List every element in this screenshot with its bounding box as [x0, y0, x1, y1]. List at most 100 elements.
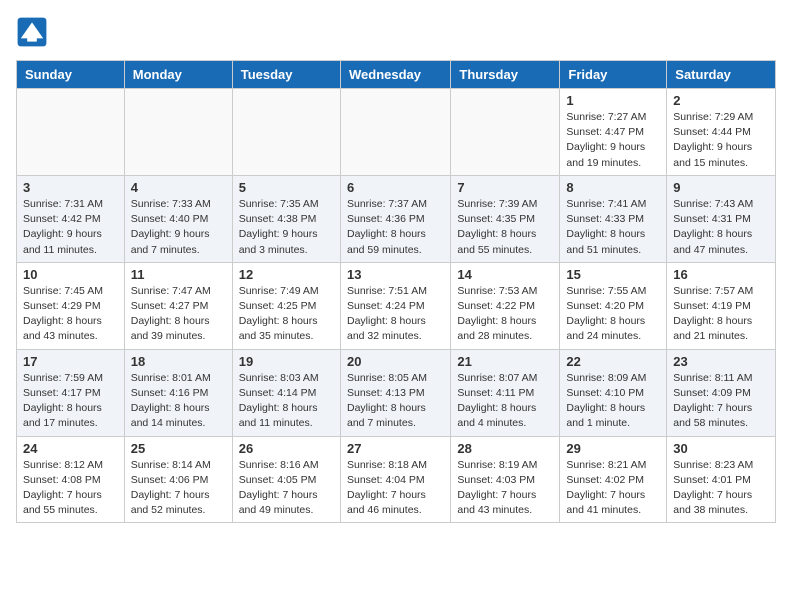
day-number: 3 — [23, 180, 118, 195]
weekday-header: Saturday — [667, 61, 776, 89]
calendar-cell: 30 Sunrise: 8:23 AM Sunset: 4:01 PM Dayli… — [667, 436, 776, 523]
day-info: Sunrise: 7:47 AM Sunset: 4:27 PM Dayligh… — [131, 284, 226, 345]
day-number: 18 — [131, 354, 226, 369]
weekday-header-row: SundayMondayTuesdayWednesdayThursdayFrid… — [17, 61, 776, 89]
day-number: 30 — [673, 441, 769, 456]
day-number: 29 — [566, 441, 660, 456]
calendar-cell: 27 Sunrise: 8:18 AM Sunset: 4:04 PM Dayli… — [340, 436, 450, 523]
weekday-header: Wednesday — [340, 61, 450, 89]
calendar-cell: 10 Sunrise: 7:45 AM Sunset: 4:29 PM Dayli… — [17, 262, 125, 349]
day-info: Sunrise: 8:14 AM Sunset: 4:06 PM Dayligh… — [131, 458, 226, 519]
weekday-header: Thursday — [451, 61, 560, 89]
calendar-cell: 17 Sunrise: 7:59 AM Sunset: 4:17 PM Dayli… — [17, 349, 125, 436]
calendar-cell: 29 Sunrise: 8:21 AM Sunset: 4:02 PM Dayli… — [560, 436, 667, 523]
day-info: Sunrise: 8:23 AM Sunset: 4:01 PM Dayligh… — [673, 458, 769, 519]
calendar-week-row: 1 Sunrise: 7:27 AM Sunset: 4:47 PM Daylig… — [17, 89, 776, 176]
calendar-cell: 11 Sunrise: 7:47 AM Sunset: 4:27 PM Dayli… — [124, 262, 232, 349]
day-info: Sunrise: 8:21 AM Sunset: 4:02 PM Dayligh… — [566, 458, 660, 519]
day-info: Sunrise: 8:18 AM Sunset: 4:04 PM Dayligh… — [347, 458, 444, 519]
day-info: Sunrise: 8:11 AM Sunset: 4:09 PM Dayligh… — [673, 371, 769, 432]
day-info: Sunrise: 7:51 AM Sunset: 4:24 PM Dayligh… — [347, 284, 444, 345]
calendar-cell: 23 Sunrise: 8:11 AM Sunset: 4:09 PM Dayli… — [667, 349, 776, 436]
day-info: Sunrise: 7:37 AM Sunset: 4:36 PM Dayligh… — [347, 197, 444, 258]
calendar-cell: 13 Sunrise: 7:51 AM Sunset: 4:24 PM Dayli… — [340, 262, 450, 349]
day-info: Sunrise: 7:59 AM Sunset: 4:17 PM Dayligh… — [23, 371, 118, 432]
calendar-week-row: 3 Sunrise: 7:31 AM Sunset: 4:42 PM Daylig… — [17, 175, 776, 262]
calendar-cell: 6 Sunrise: 7:37 AM Sunset: 4:36 PM Daylig… — [340, 175, 450, 262]
day-number: 25 — [131, 441, 226, 456]
calendar-cell: 28 Sunrise: 8:19 AM Sunset: 4:03 PM Dayli… — [451, 436, 560, 523]
calendar-cell: 3 Sunrise: 7:31 AM Sunset: 4:42 PM Daylig… — [17, 175, 125, 262]
day-number: 4 — [131, 180, 226, 195]
day-info: Sunrise: 7:35 AM Sunset: 4:38 PM Dayligh… — [239, 197, 334, 258]
calendar-cell: 22 Sunrise: 8:09 AM Sunset: 4:10 PM Dayli… — [560, 349, 667, 436]
day-info: Sunrise: 8:09 AM Sunset: 4:10 PM Dayligh… — [566, 371, 660, 432]
calendar-cell: 20Sunrise: 8:05 AM Sunset: 4:13 PM Dayli… — [340, 349, 450, 436]
day-number: 23 — [673, 354, 769, 369]
logo — [16, 16, 54, 48]
day-info: Sunrise: 7:41 AM Sunset: 4:33 PM Dayligh… — [566, 197, 660, 258]
calendar: SundayMondayTuesdayWednesdayThursdayFrid… — [16, 60, 776, 523]
day-info: Sunrise: 7:27 AM Sunset: 4:47 PM Dayligh… — [566, 110, 660, 171]
day-number: 1 — [566, 93, 660, 108]
day-info: Sunrise: 7:43 AM Sunset: 4:31 PM Dayligh… — [673, 197, 769, 258]
day-number: 24 — [23, 441, 118, 456]
day-number: 11 — [131, 267, 226, 282]
calendar-cell: 9 Sunrise: 7:43 AM Sunset: 4:31 PM Daylig… — [667, 175, 776, 262]
calendar-cell: 4 Sunrise: 7:33 AM Sunset: 4:40 PM Daylig… — [124, 175, 232, 262]
day-number: 9 — [673, 180, 769, 195]
day-info: Sunrise: 7:57 AM Sunset: 4:19 PM Dayligh… — [673, 284, 769, 345]
day-number: 27 — [347, 441, 444, 456]
day-number: 5 — [239, 180, 334, 195]
calendar-cell: 12Sunrise: 7:49 AM Sunset: 4:25 PM Dayli… — [232, 262, 340, 349]
weekday-header: Friday — [560, 61, 667, 89]
day-info: Sunrise: 7:39 AM Sunset: 4:35 PM Dayligh… — [457, 197, 553, 258]
day-info: Sunrise: 7:53 AM Sunset: 4:22 PM Dayligh… — [457, 284, 553, 345]
calendar-cell: 19 Sunrise: 8:03 AM Sunset: 4:14 PM Dayli… — [232, 349, 340, 436]
day-number: 28 — [457, 441, 553, 456]
weekday-header: Sunday — [17, 61, 125, 89]
day-number: 6 — [347, 180, 444, 195]
calendar-week-row: 17 Sunrise: 7:59 AM Sunset: 4:17 PM Dayli… — [17, 349, 776, 436]
day-info: Sunrise: 8:19 AM Sunset: 4:03 PM Dayligh… — [457, 458, 553, 519]
day-number: 12 — [239, 267, 334, 282]
day-number: 19 — [239, 354, 334, 369]
calendar-cell: 14Sunrise: 7:53 AM Sunset: 4:22 PM Dayli… — [451, 262, 560, 349]
day-number: 10 — [23, 267, 118, 282]
day-info: Sunrise: 7:45 AM Sunset: 4:29 PM Dayligh… — [23, 284, 118, 345]
day-number: 21 — [457, 354, 553, 369]
day-number: 15 — [566, 267, 660, 282]
day-info: Sunrise: 7:31 AM Sunset: 4:42 PM Dayligh… — [23, 197, 118, 258]
day-info: Sunrise: 8:03 AM Sunset: 4:14 PM Dayligh… — [239, 371, 334, 432]
day-info: Sunrise: 7:29 AM Sunset: 4:44 PM Dayligh… — [673, 110, 769, 171]
calendar-cell: 24 Sunrise: 8:12 AM Sunset: 4:08 PM Dayli… — [17, 436, 125, 523]
day-number: 13 — [347, 267, 444, 282]
calendar-cell: 16 Sunrise: 7:57 AM Sunset: 4:19 PM Dayli… — [667, 262, 776, 349]
day-number: 22 — [566, 354, 660, 369]
calendar-cell — [17, 89, 125, 176]
calendar-cell: 7 Sunrise: 7:39 AM Sunset: 4:35 PM Daylig… — [451, 175, 560, 262]
calendar-cell — [340, 89, 450, 176]
header — [16, 16, 776, 48]
day-info: Sunrise: 8:07 AM Sunset: 4:11 PM Dayligh… — [457, 371, 553, 432]
day-number: 7 — [457, 180, 553, 195]
calendar-cell: 2Sunrise: 7:29 AM Sunset: 4:44 PM Daylig… — [667, 89, 776, 176]
calendar-week-row: 10 Sunrise: 7:45 AM Sunset: 4:29 PM Dayli… — [17, 262, 776, 349]
calendar-cell: 1 Sunrise: 7:27 AM Sunset: 4:47 PM Daylig… — [560, 89, 667, 176]
day-number: 26 — [239, 441, 334, 456]
day-info: Sunrise: 7:55 AM Sunset: 4:20 PM Dayligh… — [566, 284, 660, 345]
calendar-cell: 18 Sunrise: 8:01 AM Sunset: 4:16 PM Dayli… — [124, 349, 232, 436]
day-info: Sunrise: 8:01 AM Sunset: 4:16 PM Dayligh… — [131, 371, 226, 432]
day-info: Sunrise: 7:33 AM Sunset: 4:40 PM Dayligh… — [131, 197, 226, 258]
calendar-week-row: 24 Sunrise: 8:12 AM Sunset: 4:08 PM Dayli… — [17, 436, 776, 523]
day-number: 17 — [23, 354, 118, 369]
calendar-cell — [451, 89, 560, 176]
calendar-cell: 8Sunrise: 7:41 AM Sunset: 4:33 PM Daylig… — [560, 175, 667, 262]
day-info: Sunrise: 8:05 AM Sunset: 4:13 PM Dayligh… — [347, 371, 444, 432]
calendar-cell — [124, 89, 232, 176]
weekday-header: Monday — [124, 61, 232, 89]
weekday-header: Tuesday — [232, 61, 340, 89]
day-number: 16 — [673, 267, 769, 282]
calendar-cell: 26Sunrise: 8:16 AM Sunset: 4:05 PM Dayli… — [232, 436, 340, 523]
day-info: Sunrise: 8:12 AM Sunset: 4:08 PM Dayligh… — [23, 458, 118, 519]
